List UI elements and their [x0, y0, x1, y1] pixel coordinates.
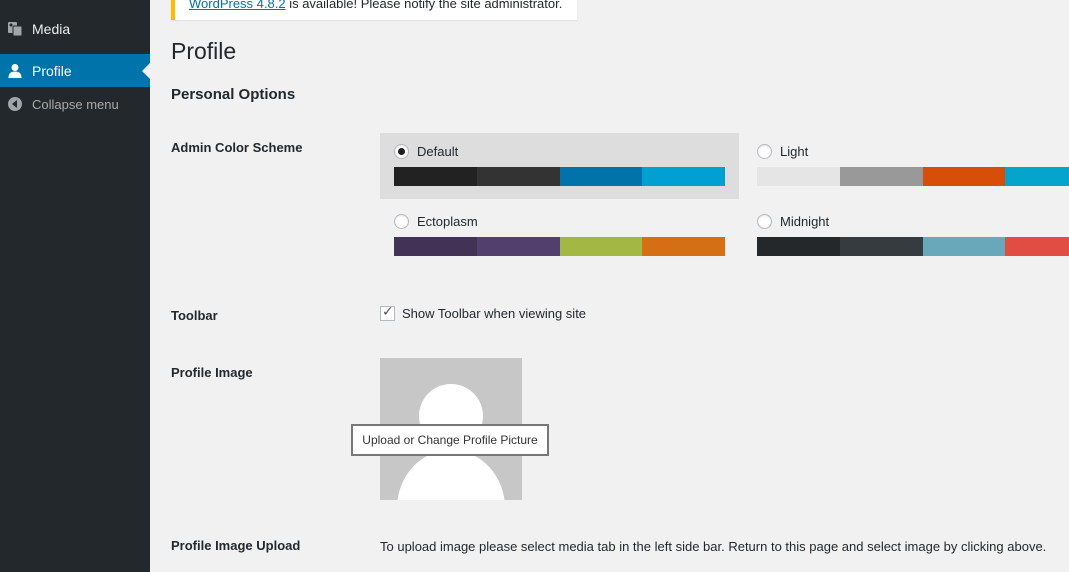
show-toolbar-checkbox[interactable] [380, 304, 395, 321]
color-swatch [757, 237, 840, 256]
scheme-swatches [394, 237, 725, 256]
page-title: Profile [171, 38, 237, 64]
sidebar-item-label: Collapse menu [32, 96, 119, 112]
color-scheme-option[interactable]: Default [380, 133, 739, 199]
color-swatch [476, 167, 560, 186]
profile-image-upload-text: To upload image please select media tab … [380, 539, 1047, 554]
color-swatch [839, 167, 923, 186]
scheme-swatches [757, 167, 1069, 186]
sidebar-item-label: Media [32, 21, 71, 37]
scheme-radio[interactable] [757, 214, 772, 229]
scheme-radio[interactable] [394, 214, 409, 229]
color-scheme-option[interactable]: Ectoplasm [380, 203, 739, 269]
color-swatch [642, 237, 725, 256]
color-swatch [394, 167, 477, 186]
color-swatch [1005, 167, 1069, 186]
color-swatch [559, 237, 643, 256]
profile-image-label: Profile Image [171, 365, 253, 380]
collapse-menu-button[interactable]: Collapse menu [0, 91, 150, 117]
scheme-name: Default [417, 144, 459, 159]
toolbar-label: Toolbar [171, 308, 218, 323]
notice-text: is available! Please notify the site adm… [285, 0, 563, 11]
user-icon [7, 63, 23, 79]
sidebar-item-media[interactable]: Media [0, 14, 150, 44]
scheme-swatches [757, 237, 1069, 256]
sidebar-item-profile[interactable]: Profile [0, 54, 150, 87]
media-icon [7, 21, 23, 37]
collapse-icon [7, 96, 23, 112]
color-swatch [922, 237, 1006, 256]
update-notice: WordPress 4.8.2 is available! Please not… [171, 0, 577, 20]
sidebar-item-label: Profile [32, 62, 72, 79]
color-swatch [922, 167, 1006, 186]
scheme-swatches [394, 167, 725, 186]
color-swatch [1005, 237, 1069, 256]
show-toolbar-label[interactable]: Show Toolbar when viewing site [402, 306, 586, 321]
scheme-name: Ectoplasm [417, 214, 478, 229]
color-swatch [642, 167, 725, 186]
color-scheme-option[interactable]: Light [743, 133, 1069, 199]
color-swatch [394, 237, 477, 256]
color-swatch [839, 237, 923, 256]
scheme-name: Light [780, 144, 809, 159]
profile-image-upload-label: Profile Image Upload [171, 538, 301, 553]
section-title: Personal Options [171, 86, 296, 103]
color-scheme-label: Admin Color Scheme [171, 140, 303, 155]
color-swatch [476, 237, 560, 256]
scheme-name: Midnight [780, 214, 830, 229]
color-scheme-option[interactable]: Midnight [743, 203, 1069, 269]
scheme-radio[interactable] [394, 144, 409, 159]
update-link[interactable]: WordPress 4.8.2 [189, 0, 286, 11]
color-swatch [757, 167, 840, 186]
scheme-radio[interactable] [757, 144, 772, 159]
admin-sidebar: Media Profile Collapse menu [0, 0, 150, 572]
color-swatch [559, 167, 643, 186]
avatar-tooltip: Upload or Change Profile Picture [351, 424, 549, 456]
